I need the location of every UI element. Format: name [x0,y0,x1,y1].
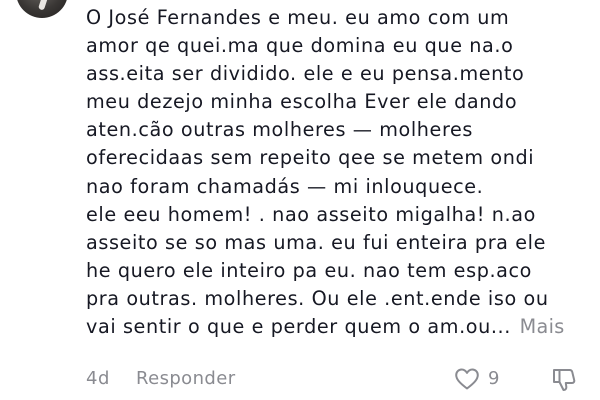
comment-line-text: vai sentir o que e perder quem o am.ou..… [86,315,511,339]
comment-line: ele eeu homem! . nao asseito migalha! n.… [86,202,536,226]
comment-line: nao foram chamadás — mi inlouquece. [86,174,484,198]
comment-line: amor qe quei.ma que domina eu que na.o [86,34,514,58]
comment-line: O José Fernandes e meu. eu amo com um [86,6,510,29]
see-more-link[interactable]: Mais [520,315,565,338]
reply-button[interactable]: Responder [136,364,236,394]
commenter-avatar[interactable] [16,0,68,18]
avatar-highlight [37,0,49,11]
comment-last-line: vai sentir o que e perder quem o am.ou..… [86,313,586,341]
comment-line: pra outras. molheres. Ou ele .ent.ende i… [86,286,549,310]
heart-outline-icon[interactable] [454,367,480,391]
comment-body: O José Fernandes e meu. eu amo com um am… [86,4,586,341]
thumbs-down-outline-icon[interactable] [551,367,577,393]
comment-footer: 4d Responder 9 [86,364,600,394]
like-button[interactable]: 9 [454,364,499,394]
comment-line: meu dezejo minha escolha Ever ele dando [86,90,518,114]
comment-line: he quero ele inteiro pa eu. nao tem esp.… [86,258,533,282]
comment-line: asseito se so mas uma. eu fui enteira pr… [86,230,546,254]
comment-timestamp: 4d [86,368,110,389]
comment-line: aten.cão outras molheres — molheres [86,118,474,142]
comment-line: ass.eita ser dividido. ele e eu pensa.me… [86,62,525,86]
comment-line: oferecidaas sem repeito qee se metem ond… [86,146,535,170]
like-count: 9 [488,368,500,389]
